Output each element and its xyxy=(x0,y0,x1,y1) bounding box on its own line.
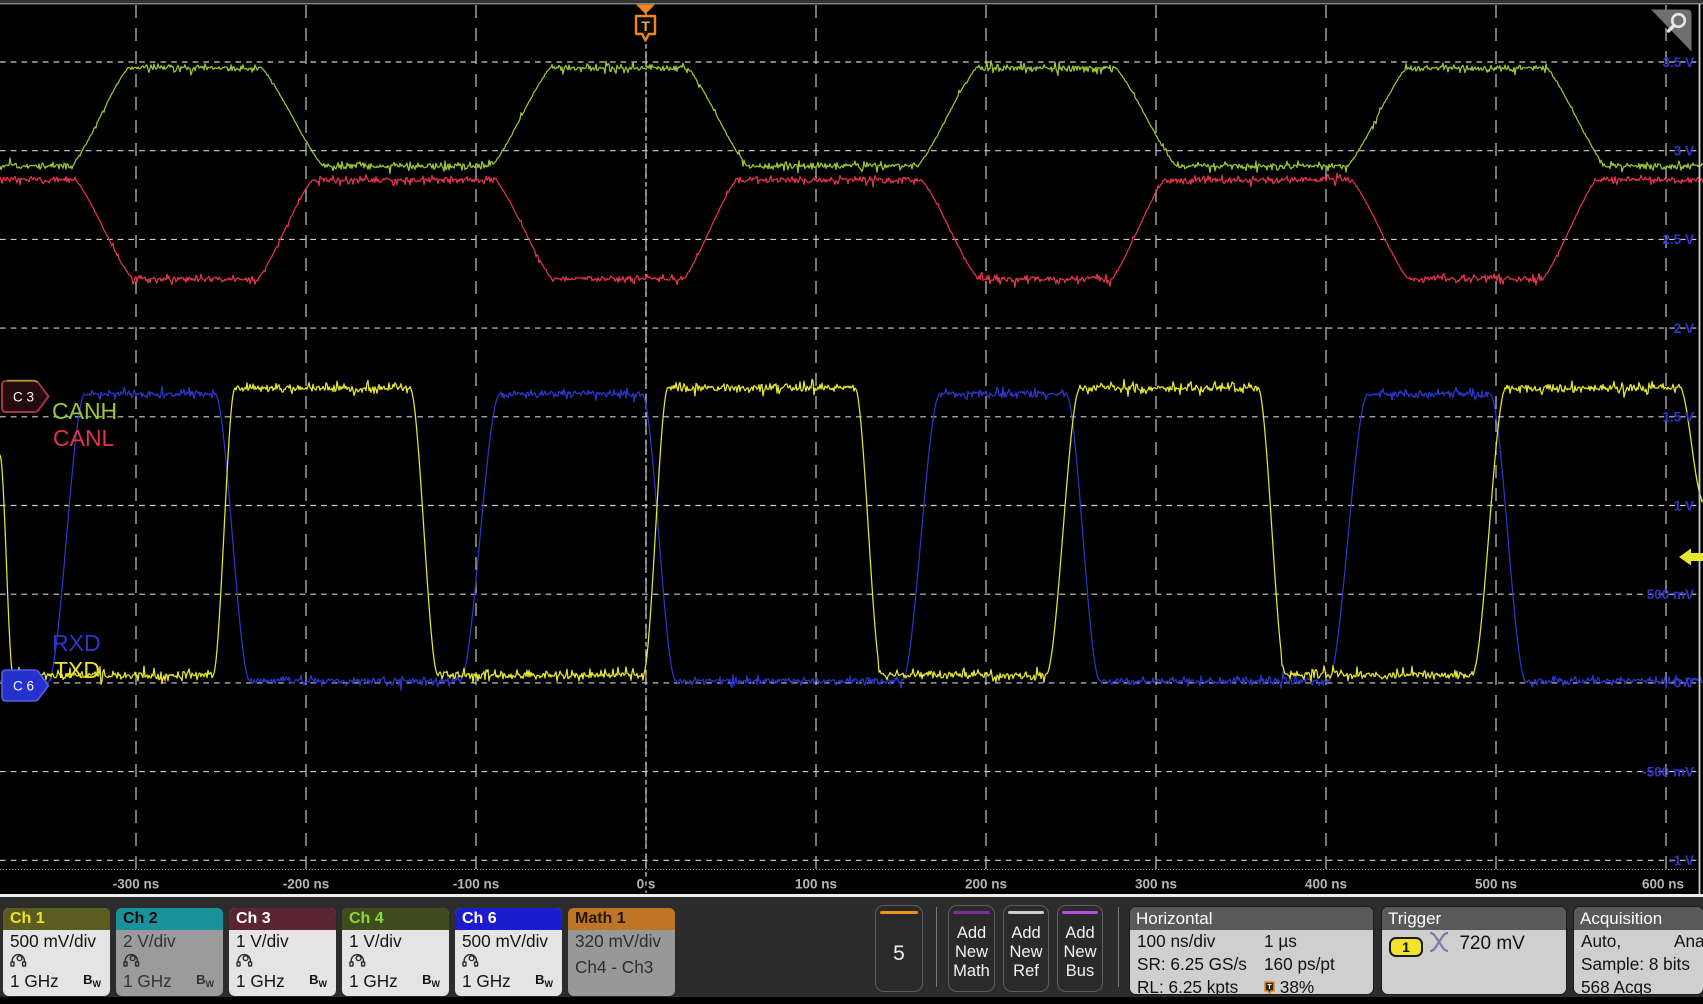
svg-text:-1 V: -1 V xyxy=(1669,853,1694,868)
svg-text:CANH: CANH xyxy=(52,398,117,424)
svg-text:200 ns: 200 ns xyxy=(965,877,1007,892)
svg-text:3.5 V: 3.5 V xyxy=(1662,55,1694,70)
svg-text:TXD: TXD xyxy=(54,657,100,683)
svg-text:-100 ns: -100 ns xyxy=(453,877,500,892)
svg-text:400 ns: 400 ns xyxy=(1305,877,1347,892)
svg-text:1.5 V: 1.5 V xyxy=(1662,410,1694,425)
svg-text:T: T xyxy=(1267,984,1272,991)
svg-text:600 ns: 600 ns xyxy=(1642,877,1684,892)
svg-text:1 V: 1 V xyxy=(1674,498,1694,513)
svg-text:500 ns: 500 ns xyxy=(1475,877,1517,892)
svg-text:-500 mV: -500 mV xyxy=(1642,764,1694,779)
svg-text:C 3: C 3 xyxy=(13,390,34,405)
svg-text:0 s: 0 s xyxy=(637,877,656,892)
svg-text:2.5 V: 2.5 V xyxy=(1662,232,1694,247)
svg-text:-200 ns: -200 ns xyxy=(283,877,330,892)
svg-text:2 V: 2 V xyxy=(1674,321,1694,336)
svg-text:T: T xyxy=(641,18,650,34)
svg-text:CANL: CANL xyxy=(53,425,115,451)
svg-text:RXD: RXD xyxy=(52,630,101,656)
svg-text:300 ns: 300 ns xyxy=(1135,877,1177,892)
svg-text:3 V: 3 V xyxy=(1674,144,1694,159)
svg-text:100 ns: 100 ns xyxy=(795,877,837,892)
svg-text:0 V: 0 V xyxy=(1674,676,1694,691)
svg-text:500 mV: 500 mV xyxy=(1647,587,1694,602)
svg-text:C 6: C 6 xyxy=(13,679,34,694)
svg-text:-300 ns: -300 ns xyxy=(113,877,160,892)
